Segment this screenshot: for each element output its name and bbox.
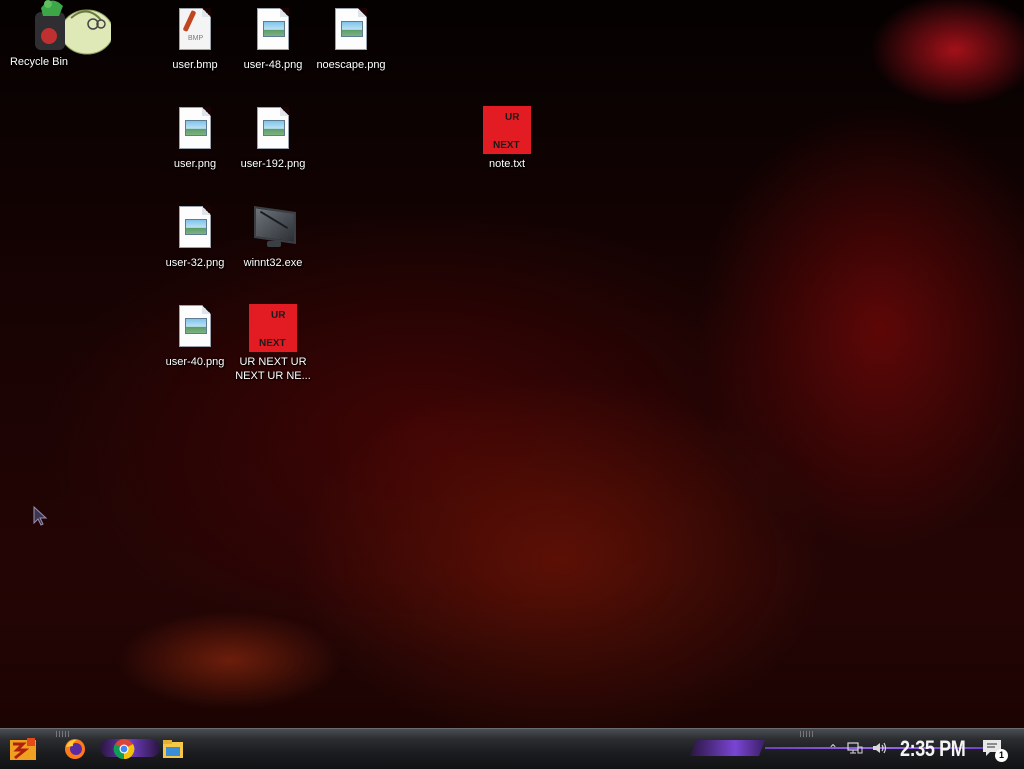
file-label: user-192.png xyxy=(240,158,306,170)
file-winnt32-exe[interactable]: winnt32.exe xyxy=(234,205,312,270)
png-file-icon xyxy=(327,7,375,55)
clock[interactable]: 2:35 PM xyxy=(900,734,966,764)
file-label: user-32.png xyxy=(165,257,225,269)
file-user-32-png[interactable]: user-32.png xyxy=(156,205,234,270)
file-label: note.txt xyxy=(488,158,526,170)
firefox-icon xyxy=(65,739,85,759)
png-file-icon xyxy=(171,304,219,352)
mouse-cursor-icon xyxy=(33,506,48,526)
file-noescape-png[interactable]: noescape.png xyxy=(312,7,390,72)
recycle-bin-icon xyxy=(15,0,111,55)
taskbar: ⌃ 2:35 PM 1 xyxy=(0,728,1024,769)
file-label: noescape.png xyxy=(316,59,386,71)
chrome-icon xyxy=(113,739,135,760)
file-user-48-png[interactable]: user-48.png xyxy=(234,7,312,72)
file-label: winnt32.exe xyxy=(243,257,303,269)
file-user-192-png[interactable]: user-192.png xyxy=(234,106,312,171)
start-button[interactable] xyxy=(8,734,38,764)
file-label: UR NEXT UR NEXT UR NE... xyxy=(235,356,311,382)
file-note-txt[interactable]: UR NEXT note.txt xyxy=(468,106,546,171)
taskbar-firefox[interactable] xyxy=(60,734,90,764)
red-note-icon: UR NEXT xyxy=(483,106,531,154)
bmp-file-icon: BMP xyxy=(171,7,219,55)
file-label: user-48.png xyxy=(243,59,303,71)
png-file-icon xyxy=(249,106,297,154)
png-file-icon xyxy=(171,205,219,253)
file-user-bmp[interactable]: BMP user.bmp xyxy=(156,7,234,72)
notifications-button[interactable]: 1 xyxy=(982,739,1008,762)
red-note-icon: UR NEXT xyxy=(249,304,297,352)
file-label: user.bmp xyxy=(172,59,218,71)
file-user-40-png[interactable]: user-40.png xyxy=(156,304,234,369)
taskbar-chrome[interactable] xyxy=(109,734,139,764)
file-label: user-40.png xyxy=(165,356,225,368)
taskbar-grip xyxy=(800,731,814,737)
png-file-icon xyxy=(249,7,297,55)
png-file-icon xyxy=(171,106,219,154)
desktop: Recycle Bin BMP user.bmp user-48.png noe… xyxy=(0,0,1024,728)
chevron-up-icon[interactable]: ⌃ xyxy=(825,741,841,757)
notification-badge: 1 xyxy=(995,749,1008,762)
folder-icon xyxy=(163,740,183,758)
file-ur-next[interactable]: UR NEXT UR NEXT UR NEXT UR NE... xyxy=(234,304,312,383)
file-label: user.png xyxy=(173,158,217,170)
tray-accent xyxy=(690,740,765,756)
volume-icon[interactable] xyxy=(871,741,887,757)
network-icon[interactable] xyxy=(847,741,863,757)
monitor-icon xyxy=(249,205,297,253)
file-user-png[interactable]: user.png xyxy=(156,106,234,171)
start-icon xyxy=(10,738,36,760)
recycle-bin[interactable]: Recycle Bin xyxy=(0,0,111,69)
taskbar-file-explorer[interactable] xyxy=(158,734,188,764)
